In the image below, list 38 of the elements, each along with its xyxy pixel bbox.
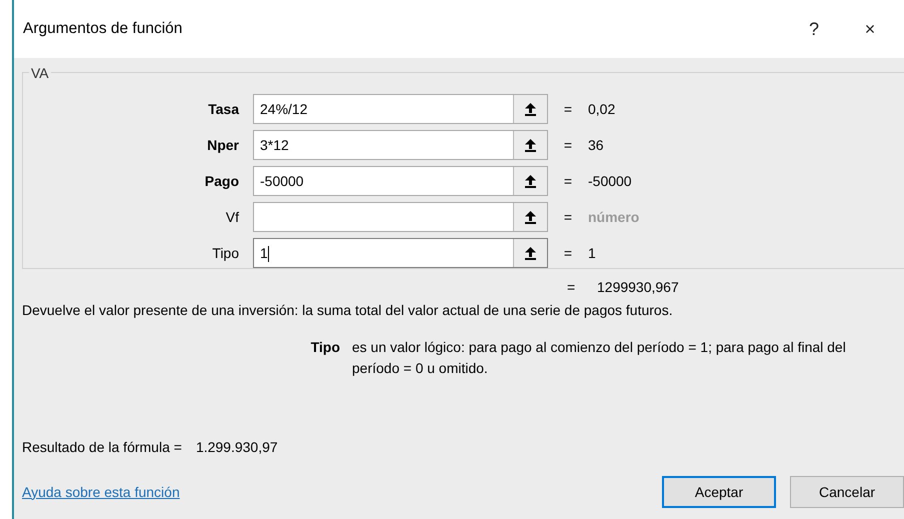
formula-result-label: Resultado de la fórmula = — [22, 438, 182, 457]
close-button[interactable]: × — [848, 16, 892, 42]
total-result: 1299930,967 — [597, 278, 679, 297]
argument-help-text: es un valor lógico: para pago al comienzo del período = 1; para pago al final del período = 0 u omitido. — [352, 338, 847, 378]
argument-result: 0,02 — [588, 100, 616, 118]
argument-result: 1 — [588, 244, 596, 262]
upload-arrow-icon — [525, 102, 536, 116]
accept-button[interactable]: Aceptar — [662, 476, 776, 508]
window-title: Argumentos de función — [23, 19, 184, 40]
function-description: Devuelve el valor presente de una inversión: la suma total del valor actual de una serie de pagos futuros. — [22, 301, 674, 320]
equals-sign: = — [562, 244, 574, 262]
input-field[interactable]: 3*12 — [253, 130, 548, 160]
cancel-button[interactable]: Cancelar — [790, 476, 904, 508]
argument-result: 36 — [588, 136, 604, 154]
input-field[interactable]: 24%/12 — [253, 94, 548, 124]
help-button[interactable]: ? — [792, 16, 836, 42]
input-field[interactable]: 1 — [253, 238, 548, 268]
argument-result: número — [588, 208, 640, 226]
equals-sign: = — [562, 208, 574, 226]
field-label: Tasa — [207, 100, 240, 118]
upload-arrow-icon — [525, 246, 536, 260]
field-label: Tipo — [211, 244, 240, 263]
input-field[interactable] — [253, 202, 548, 232]
argument-name: Tipo — [310, 338, 341, 357]
field-label: Nper — [206, 136, 240, 155]
equals-sign: = — [562, 172, 574, 190]
upload-arrow-icon — [525, 174, 536, 188]
field-label: Vf — [224, 208, 240, 226]
help-link[interactable]: Ayuda sobre esta función — [22, 482, 180, 502]
field-label: Pago — [204, 172, 240, 191]
upload-arrow-icon — [525, 138, 536, 152]
formula-result-value: 1.299.930,97 — [196, 438, 278, 457]
argument-result: -50000 — [588, 172, 632, 190]
equals-sign: = — [567, 278, 576, 297]
equals-sign: = — [562, 136, 574, 154]
input-field[interactable]: -50000 — [253, 166, 548, 196]
upload-arrow-icon — [525, 210, 536, 224]
equals-sign: = — [562, 100, 574, 118]
